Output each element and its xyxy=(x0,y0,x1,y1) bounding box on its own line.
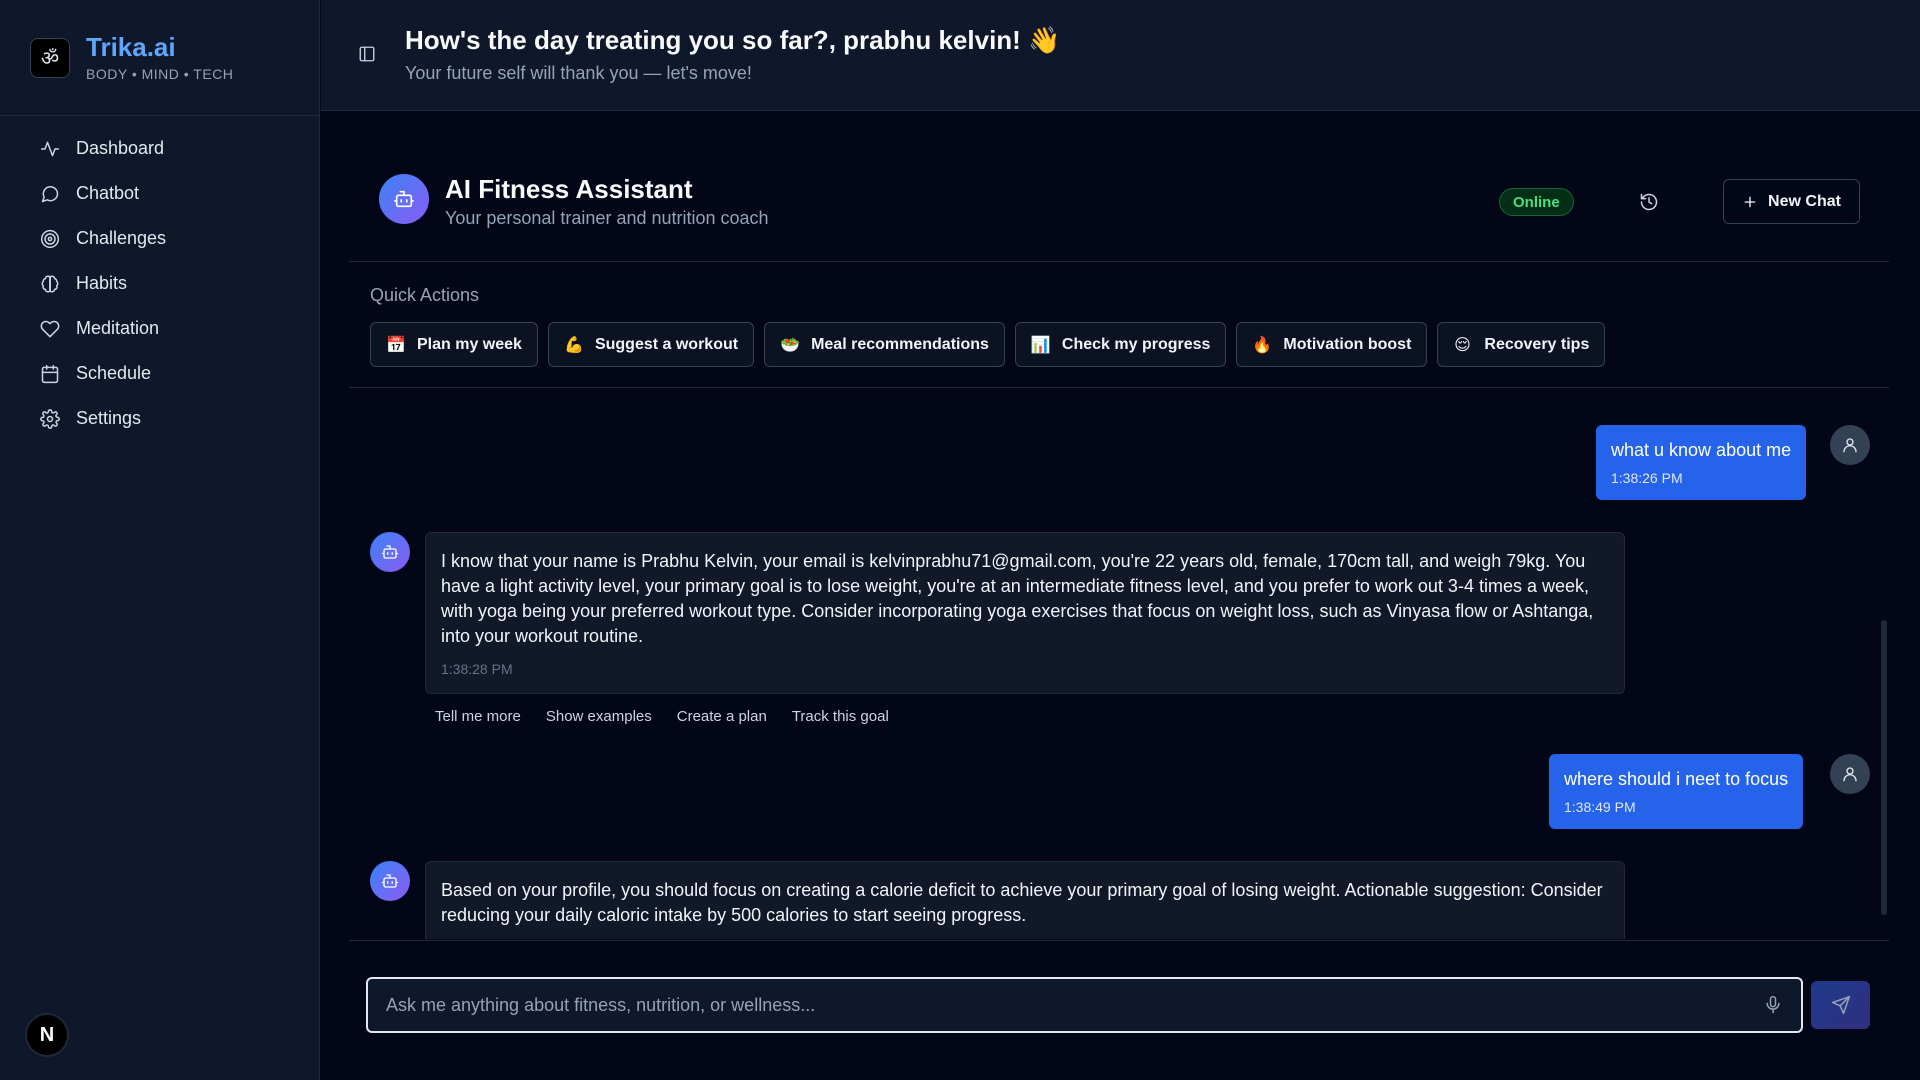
assistant-avatar xyxy=(379,174,429,224)
sidebar-item-settings[interactable]: Settings xyxy=(0,396,319,441)
quick-actions-label: Quick Actions xyxy=(370,285,480,305)
assistant-avatar xyxy=(370,532,410,572)
top-header: How's the day treating you so far?, prab… xyxy=(321,0,1920,111)
sidebar-item-habits[interactable]: Habits xyxy=(0,261,319,306)
chat-history-button[interactable] xyxy=(1637,190,1661,214)
composer-divider xyxy=(349,940,1889,941)
user-icon xyxy=(1843,438,1857,453)
calendar-emoji-icon: 📅 xyxy=(386,336,406,354)
new-chat-button[interactable]: New Chat xyxy=(1723,179,1860,224)
message-text: I know that your name is Prabhu Kelvin, … xyxy=(441,551,1594,646)
chat-composer xyxy=(366,977,1803,1033)
suggestion-create-plan[interactable]: Create a plan xyxy=(677,708,767,725)
assistant-header: AI Fitness Assistant Your personal train… xyxy=(349,160,1889,262)
assistant-message: I know that your name is Prabhu Kelvin, … xyxy=(425,532,1625,694)
sidebar-item-schedule[interactable]: Schedule xyxy=(0,351,319,396)
page-greeting: How's the day treating you so far?, prab… xyxy=(405,25,1061,55)
send-button[interactable] xyxy=(1811,981,1870,1029)
sidebar-item-label: Meditation xyxy=(76,318,160,338)
heart-icon xyxy=(40,320,60,337)
panel-left-icon xyxy=(359,46,375,62)
message-text: Based on your profile, you should focus … xyxy=(441,880,1603,925)
quick-action-check-progress[interactable]: 📊 Check my progress xyxy=(1014,322,1227,367)
salad-emoji-icon: 🥗 xyxy=(780,336,800,354)
activity-icon xyxy=(40,141,60,156)
suggestion-chips: Tell me more Show examples Create a plan… xyxy=(435,708,889,725)
sidebar-item-label: Chatbot xyxy=(76,183,140,203)
voice-input-button[interactable] xyxy=(1763,995,1783,1015)
quick-action-recovery-tips[interactable]: 😌 Recovery tips xyxy=(1437,322,1606,367)
quick-action-meal-recommendations[interactable]: 🥗 Meal recommendations xyxy=(764,322,1005,367)
sidebar-item-label: Settings xyxy=(76,408,142,428)
new-chat-label: New Chat xyxy=(1768,192,1841,210)
relieved-face-emoji-icon: 😌 xyxy=(1454,336,1471,354)
quick-action-label: Plan my week xyxy=(417,335,522,353)
calendar-icon xyxy=(41,364,59,383)
quick-actions: 📅 Plan my week 💪 Suggest a workout 🥗 Mea… xyxy=(370,322,1606,367)
message-time: 1:38:26 PM xyxy=(1611,470,1683,487)
chat-input[interactable] xyxy=(368,979,1801,1031)
quick-action-label: Recovery tips xyxy=(1484,335,1590,353)
gear-icon xyxy=(40,408,60,429)
chat-scrollbar[interactable] xyxy=(1881,620,1887,915)
history-icon xyxy=(1640,193,1658,211)
assistant-avatar xyxy=(370,861,410,901)
divider xyxy=(349,387,1889,388)
message-time: 1:38:28 PM xyxy=(441,661,513,677)
brand-header: ॐ Trika.ai BODY • MIND • TECH xyxy=(0,0,319,116)
sidebar-toggle-button[interactable] xyxy=(358,45,376,63)
page-subtitle: Your future self will thank you — let's … xyxy=(405,63,752,83)
quick-action-label: Motivation boost xyxy=(1283,335,1412,353)
sidebar-item-label: Schedule xyxy=(76,363,152,383)
suggestion-tell-me-more[interactable]: Tell me more xyxy=(435,708,521,725)
assistant-message: Based on your profile, you should focus … xyxy=(425,861,1625,939)
quick-action-plan-my-week[interactable]: 📅 Plan my week xyxy=(370,322,538,367)
brand-name: Trika.ai xyxy=(86,32,176,63)
message-text: where should i neet to focus xyxy=(1564,769,1789,789)
user-avatar xyxy=(1830,425,1870,465)
send-icon xyxy=(1831,995,1850,1015)
suggestion-track-goal[interactable]: Track this goal xyxy=(792,708,889,725)
sidebar: ॐ Trika.ai BODY • MIND • TECH Dashboard … xyxy=(0,0,320,1080)
brand-tagline: BODY • MIND • TECH xyxy=(86,65,234,82)
quick-action-label: Meal recommendations xyxy=(811,335,989,353)
quick-action-motivation-boost[interactable]: 🔥 Motivation boost xyxy=(1236,322,1428,367)
user-message: where should i neet to focus 1:38:49 PM xyxy=(1549,754,1804,830)
brain-icon xyxy=(41,274,59,293)
flexed-bicep-emoji-icon: 💪 xyxy=(563,336,584,354)
quick-action-label: Suggest a workout xyxy=(594,335,739,353)
bot-icon xyxy=(394,190,414,208)
microphone-icon xyxy=(1766,995,1780,1014)
assistant-subtitle: Your personal trainer and nutrition coac… xyxy=(445,208,769,228)
bot-icon xyxy=(381,874,399,888)
quick-action-suggest-workout[interactable]: 💪 Suggest a workout xyxy=(547,322,755,367)
sidebar-item-label: Dashboard xyxy=(76,138,165,158)
message-text: what u know about me xyxy=(1611,440,1792,460)
bar-chart-emoji-icon: 📊 xyxy=(1030,336,1051,354)
trika-logo-icon[interactable]: ॐ xyxy=(30,37,70,78)
sidebar-item-meditation[interactable]: Meditation xyxy=(0,306,319,351)
sidebar-item-dashboard[interactable]: Dashboard xyxy=(0,126,319,171)
sidebar-item-chatbot[interactable]: Chatbot xyxy=(0,171,319,216)
sidebar-nav: Dashboard Chatbot Challenges Habits Medi… xyxy=(0,116,319,441)
sidebar-item-label: Habits xyxy=(76,273,128,293)
fire-emoji-icon: 🔥 xyxy=(1252,336,1273,354)
bot-icon xyxy=(381,545,399,559)
sidebar-item-challenges[interactable]: Challenges xyxy=(0,216,319,261)
user-avatar xyxy=(1830,754,1870,794)
sidebar-item-label: Challenges xyxy=(76,228,167,248)
target-icon xyxy=(40,229,60,248)
suggestion-show-examples[interactable]: Show examples xyxy=(546,708,652,725)
user-icon xyxy=(1843,767,1857,782)
user-message: what u know about me 1:38:26 PM xyxy=(1596,425,1807,501)
status-badge: Online xyxy=(1499,188,1574,216)
message-time: 1:38:49 PM xyxy=(1564,799,1636,816)
assistant-title: AI Fitness Assistant xyxy=(445,174,693,204)
user-account-avatar[interactable]: N xyxy=(25,1013,69,1057)
plus-icon xyxy=(1744,196,1756,207)
quick-action-label: Check my progress xyxy=(1061,335,1211,353)
message-circle-icon xyxy=(41,185,59,202)
